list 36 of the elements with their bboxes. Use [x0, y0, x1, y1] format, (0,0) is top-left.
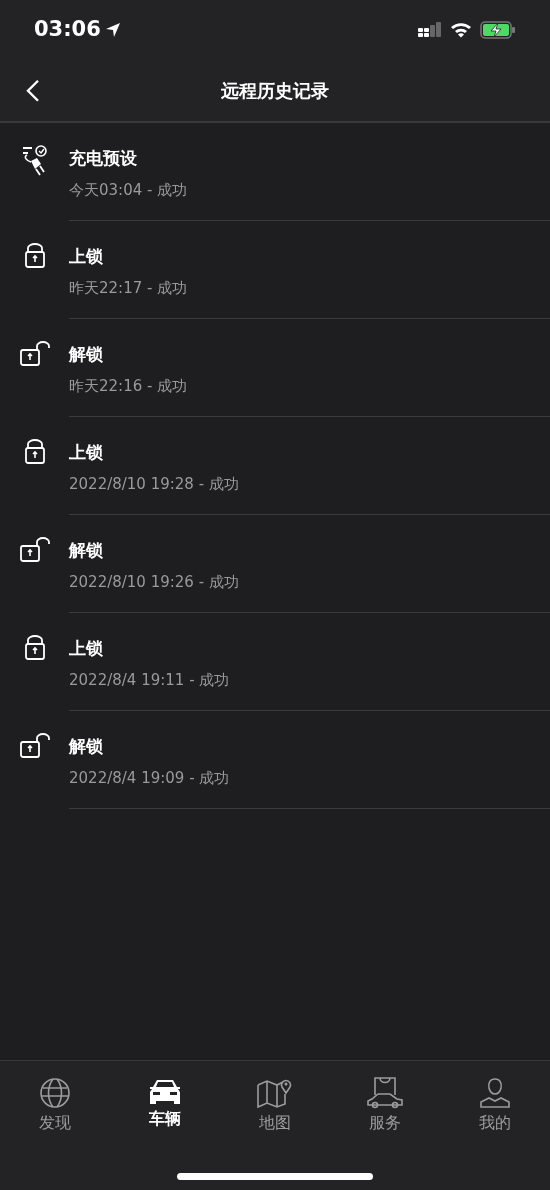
battery-charging-icon	[480, 21, 516, 39]
map-pin-icon	[257, 1077, 293, 1109]
record-detail: 今天03:04 - 成功	[69, 180, 188, 200]
record-title: 上锁	[69, 441, 103, 464]
open-padlock-icon	[17, 733, 52, 759]
tab-button[interactable]: 服务	[330, 1061, 440, 1135]
record-title: 解锁	[69, 539, 103, 562]
padlock-icon	[22, 243, 47, 269]
tab-button[interactable]: 发现	[0, 1061, 110, 1135]
record-detail: 2022/8/10 19:28 - 成功	[69, 474, 239, 494]
wifi-icon	[450, 22, 472, 38]
open-padlock-icon	[17, 537, 52, 563]
signal-icon	[418, 22, 442, 38]
location-arrow-icon	[104, 22, 121, 38]
open-padlock-icon	[17, 341, 52, 367]
padlock-icon	[22, 635, 47, 661]
padlock-icon	[22, 439, 47, 465]
globe-icon	[39, 1077, 71, 1109]
page-title: 远程历史记录	[221, 79, 329, 103]
record-detail: 昨天22:17 - 成功	[69, 278, 188, 298]
tab-button[interactable]: 地图	[220, 1061, 330, 1135]
record-title: 解锁	[69, 343, 103, 366]
tab-button[interactable]: 我的	[440, 1061, 550, 1135]
record-title: 上锁	[69, 637, 103, 660]
car-icon	[147, 1077, 183, 1105]
record-title: 充电预设	[69, 147, 137, 170]
status-time: 03:06	[34, 16, 101, 44]
record-detail: 2022/8/4 19:09 - 成功	[69, 768, 230, 788]
tab-button[interactable]: 车辆	[110, 1061, 220, 1135]
person-icon	[479, 1077, 511, 1109]
record-detail: 2022/8/10 19:26 - 成功	[69, 572, 239, 592]
record-detail: 2022/8/4 19:11 - 成功	[69, 670, 230, 690]
record-title: 上锁	[69, 245, 103, 268]
record-detail: 昨天22:16 - 成功	[69, 376, 188, 396]
record-title: 解锁	[69, 735, 103, 758]
bag-car-icon	[367, 1077, 403, 1109]
